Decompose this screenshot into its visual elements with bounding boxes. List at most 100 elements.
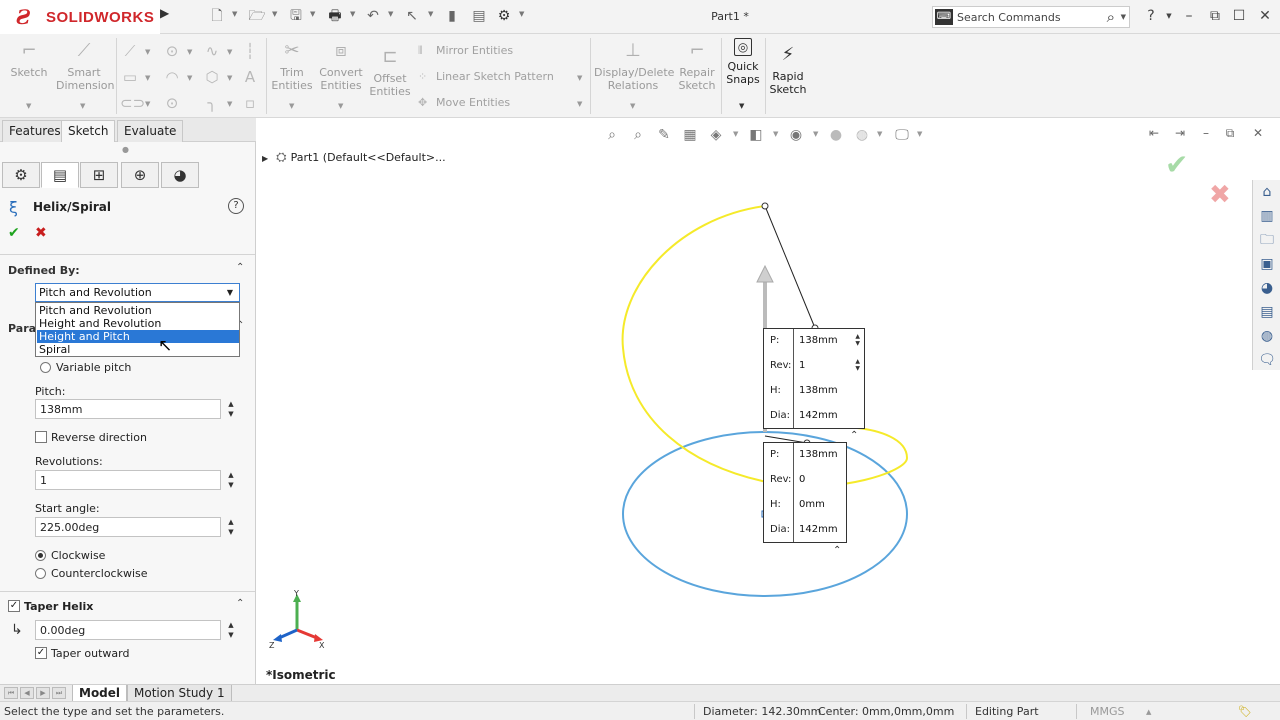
select-arrow-icon[interactable]: ↖ — [403, 8, 421, 24]
search-input[interactable]: Search Commands — [957, 11, 1061, 24]
last-tab-icon[interactable]: ⏭ — [52, 687, 66, 699]
sketch-dropdown-icon[interactable]: ▼ — [26, 102, 31, 110]
axis-arrowhead-icon[interactable] — [756, 264, 774, 283]
graphics-area[interactable]: ▶ ⛭ Part1 (Default<<Default>... ⌕ ⌕ ✎ ▦ ◈ … — [257, 118, 1280, 684]
open-folder-icon[interactable]: 🗁 — [248, 8, 266, 24]
display-delete-relations-button[interactable]: ⊥ Display/Delete Relations — [594, 40, 674, 92]
fillet-icon[interactable]: ╮ — [202, 94, 222, 112]
h-value[interactable]: 0mm — [799, 499, 825, 510]
options-gear-icon[interactable]: ⚙ — [495, 8, 513, 24]
relations-dropdown-icon[interactable]: ▼ — [630, 102, 635, 110]
sketch-button[interactable]: ⌐ Sketch — [8, 40, 50, 79]
view-palette-icon[interactable]: ▣ — [1257, 254, 1277, 274]
design-library-icon[interactable]: ▥ — [1257, 206, 1277, 226]
defined-by-select[interactable]: Pitch and Revolution ▼ — [35, 283, 240, 302]
minimize-icon[interactable]: – — [1178, 6, 1200, 26]
point-icon[interactable]: ⊙ — [162, 94, 182, 112]
select-dropdown-icon[interactable]: ▼ — [428, 10, 436, 20]
tab-motion-study-1[interactable]: Motion Study 1 — [127, 685, 232, 702]
tab-features[interactable]: Features — [2, 120, 68, 142]
property-manager-tab-icon[interactable]: ▤ — [41, 162, 79, 188]
polygon-dropdown-icon[interactable]: ▼ — [227, 74, 232, 82]
reverse-direction-checkbox[interactable] — [35, 431, 47, 443]
solidworks-logo[interactable]: Ƨ SOLIDWORKS — [0, 0, 160, 34]
offset-entities-button[interactable]: ⊏ Offset Entities — [368, 46, 412, 98]
status-units[interactable]: MMGS — [1090, 705, 1125, 718]
first-tab-icon[interactable]: ⏮ — [4, 687, 18, 699]
p-value[interactable]: 138mm — [799, 335, 838, 346]
counterclockwise-radio[interactable] — [35, 568, 46, 579]
revolutions-spinner[interactable]: ▲ ▼ — [224, 470, 238, 490]
plane-icon[interactable]: ▫ — [240, 94, 260, 112]
search-dropdown-icon[interactable]: ▼ — [1121, 13, 1126, 21]
spline-icon[interactable]: ∿ — [202, 42, 222, 60]
pitch-spinner[interactable]: ▲ ▼ — [224, 399, 238, 419]
units-dropdown-icon[interactable]: ▲ — [1146, 708, 1151, 716]
chevron-down-icon[interactable]: ▼ — [223, 286, 237, 299]
ok-check-icon[interactable]: ✔ — [8, 225, 20, 241]
spline-dropdown-icon[interactable]: ▼ — [227, 48, 232, 56]
revolutions-input[interactable]: 1 — [35, 470, 221, 490]
configuration-manager-tab-icon[interactable]: ⊞ — [80, 162, 118, 188]
trim-entities-button[interactable]: ✂ Trim Entities — [270, 40, 314, 92]
search-icon[interactable]: ⌕ — [1107, 8, 1115, 26]
home-icon[interactable]: ⌂ — [1257, 182, 1277, 202]
convert-entities-button[interactable]: ⧈ Convert Entities — [318, 40, 364, 92]
clockwise-radio[interactable] — [35, 550, 46, 561]
circle-dropdown-icon[interactable]: ▼ — [187, 48, 192, 56]
smart-dimension-button[interactable]: ⟋ Smart Dimension — [56, 40, 114, 92]
collapse-callout-icon[interactable]: ⌃ — [850, 430, 858, 441]
appearances-icon[interactable]: ◕ — [1257, 278, 1277, 298]
rectangle-dropdown-icon[interactable]: ▼ — [145, 74, 150, 82]
line-dropdown-icon[interactable]: ▼ — [145, 48, 150, 56]
dimension-callout-bottom[interactable]: P: 138mm Rev: 0 H: 0mm Dia: 142mm — [763, 442, 847, 543]
tab-sketch[interactable]: Sketch — [61, 120, 116, 142]
tab-model[interactable]: Model — [72, 685, 128, 702]
snaps-dropdown-icon[interactable]: ▼ — [739, 102, 744, 110]
start-angle-spinner[interactable]: ▲ ▼ — [224, 517, 238, 537]
h-value[interactable]: 138mm — [799, 385, 838, 396]
slot-dropdown-icon[interactable]: ▼ — [145, 100, 150, 108]
slot-icon[interactable]: ⊂⊃ — [120, 94, 145, 112]
taper-angle-input[interactable]: 0.00deg — [35, 620, 221, 640]
solidworks-resources-icon[interactable]: ◍ — [1257, 326, 1277, 346]
help-dropdown-icon[interactable]: ▼ — [1158, 6, 1180, 26]
save-icon[interactable]: 🖫 — [287, 8, 305, 24]
move-entities-button[interactable]: ✥ Move Entities — [418, 96, 510, 109]
rapid-sketch-button[interactable]: ⚡ Rapid Sketch — [766, 44, 810, 96]
handle-point[interactable] — [761, 202, 769, 210]
options-dropdown-icon[interactable]: ▼ — [519, 10, 527, 20]
save-dropdown-icon[interactable]: ▼ — [310, 10, 318, 20]
dimension-dropdown-icon[interactable]: ▼ — [80, 102, 85, 110]
close-icon[interactable]: ✕ — [1254, 6, 1276, 26]
centerline-icon[interactable]: ┆ — [240, 42, 260, 60]
search-type-icon[interactable]: ⌨ — [935, 9, 953, 25]
fillet-dropdown-icon[interactable]: ▼ — [227, 100, 232, 108]
rev-value[interactable]: 1 — [799, 360, 805, 371]
helix-preview[interactable] — [257, 118, 1252, 684]
file-explorer-icon[interactable]: 🗀 — [1257, 230, 1277, 250]
rebuild-icon[interactable]: ▮ — [443, 8, 461, 24]
panel-collapse-handle[interactable]: ● — [122, 145, 130, 154]
new-dropdown-icon[interactable]: ▼ — [232, 10, 240, 20]
pitch-input[interactable]: 138mm — [35, 399, 221, 419]
line-icon[interactable]: ⟋ — [120, 42, 140, 60]
option-pitch-and-revolution[interactable]: Pitch and Revolution — [37, 304, 239, 317]
start-angle-input[interactable]: 225.00deg — [35, 517, 221, 537]
variable-pitch-radio[interactable] — [40, 362, 51, 373]
restore-icon[interactable]: ⧉ — [1204, 6, 1226, 26]
rectangle-icon[interactable]: ▭ — [120, 68, 140, 86]
linear-pattern-button[interactable]: ⁘ Linear Sketch Pattern — [418, 70, 554, 83]
undo-icon[interactable]: ↶ — [364, 8, 382, 24]
undo-dropdown-icon[interactable]: ▼ — [388, 10, 396, 20]
dimension-callout-top[interactable]: P: 138mm ▲ ▼ Rev: 1 ▲ ▼ H: 138mm Dia: 142mm — [763, 328, 865, 429]
open-dropdown-icon[interactable]: ▼ — [272, 10, 280, 20]
prev-tab-icon[interactable]: ◀ — [20, 687, 34, 699]
move-dropdown-icon[interactable]: ▼ — [577, 100, 582, 108]
option-height-and-revolution[interactable]: Height and Revolution — [37, 317, 239, 330]
print-icon[interactable]: 🖶 — [326, 8, 344, 24]
rev-value[interactable]: 0 — [799, 474, 805, 485]
custom-properties-icon[interactable]: ▤ — [1257, 302, 1277, 322]
taper-angle-spinner[interactable]: ▲ ▼ — [224, 620, 238, 640]
arc-icon[interactable]: ◠ — [162, 68, 182, 86]
